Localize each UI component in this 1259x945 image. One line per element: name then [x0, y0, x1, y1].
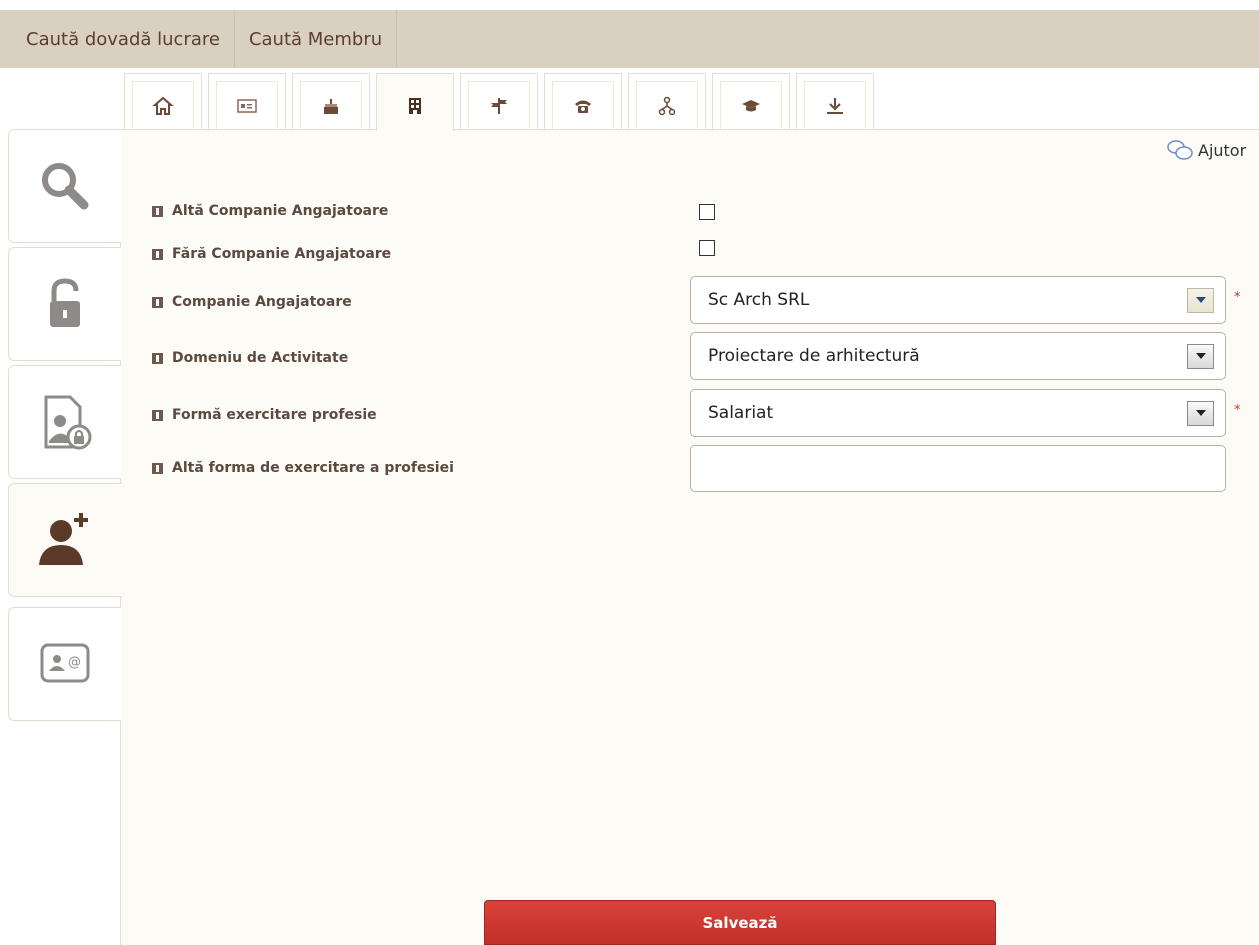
other-practice-form-label: Altă forma de exercitare a profesiei [152, 460, 454, 476]
save-button[interactable]: Salvează [484, 900, 996, 945]
chevron-down-icon[interactable] [1187, 287, 1214, 313]
sidebar-item-search[interactable] [8, 129, 121, 243]
hierarchy-icon [658, 96, 676, 116]
building-icon [409, 98, 421, 114]
chevron-down-icon[interactable] [1187, 400, 1214, 426]
tab-birth[interactable] [292, 73, 370, 130]
tab-structure[interactable] [628, 73, 706, 130]
info-icon [152, 296, 163, 308]
tab-employment[interactable] [376, 73, 454, 131]
search-icon [42, 163, 89, 210]
employer-label: Companie Angajatoare [152, 294, 352, 310]
search-member-link[interactable]: Caută Membru [235, 10, 398, 68]
practice-form-label: Formă exercitare profesie [152, 407, 377, 423]
other-employer-checkbox[interactable] [699, 204, 715, 220]
tab-identity[interactable] [208, 73, 286, 130]
practice-form-select[interactable]: Salariat [690, 389, 1226, 437]
id-card-icon [237, 99, 257, 113]
graduation-cap-icon [742, 100, 760, 112]
tab-contact[interactable] [544, 73, 622, 130]
download-icon [827, 98, 843, 114]
signpost-icon [491, 98, 507, 114]
sidebar-item-security[interactable] [8, 247, 121, 361]
help-label: Ajutor [1198, 140, 1247, 160]
activity-domain-label: Domeniu de Activitate [152, 350, 348, 366]
profile-section-tabs [124, 73, 880, 131]
required-marker: * [1234, 290, 1241, 305]
info-icon [152, 352, 163, 364]
no-employer-label: Fără Companie Angajatoare [152, 246, 391, 262]
employer-row: Companie Angajatoare [152, 294, 352, 310]
no-employer-checkbox[interactable] [699, 240, 715, 256]
info-icon [152, 409, 163, 421]
info-icon [152, 205, 163, 217]
secure-document-icon [44, 395, 92, 450]
contact-card-icon: @ [40, 643, 90, 683]
practice-form-row: Formă exercitare profesie [152, 407, 377, 423]
help-link[interactable]: Ajutor [1166, 138, 1246, 162]
search-work-proof-link[interactable]: Caută dovadă lucrare [0, 10, 235, 68]
tab-address[interactable] [460, 73, 538, 130]
chevron-down-icon[interactable] [1187, 343, 1214, 369]
no-employer-row: Fără Companie Angajatoare [152, 246, 391, 262]
other-practice-form-input[interactable] [690, 445, 1226, 492]
birthday-cake-icon [324, 99, 338, 114]
employer-select[interactable]: Sc Arch SRL [690, 276, 1226, 324]
other-employer-row: Altă Companie Angajatoare [152, 203, 388, 219]
sidebar-item-documents[interactable] [8, 365, 121, 479]
phone-icon [575, 100, 591, 113]
sidebar-item-contact-card[interactable]: @ [8, 607, 121, 721]
tab-home[interactable] [124, 73, 202, 130]
svg-text:@: @ [68, 655, 81, 670]
add-user-icon [38, 513, 88, 565]
other-employer-label: Altă Companie Angajatoare [152, 203, 388, 219]
lock-icon [50, 278, 80, 327]
tab-education[interactable] [712, 73, 790, 130]
tab-downloads[interactable] [796, 73, 874, 130]
activity-domain-select[interactable]: Proiectare de arhitectură [690, 332, 1226, 380]
other-practice-form-row: Altă forma de exercitare a profesiei [152, 460, 454, 476]
practice-form-select-value: Salariat [708, 403, 774, 423]
info-icon [152, 248, 163, 260]
info-icon [152, 462, 163, 474]
chat-bubbles-icon [1167, 140, 1193, 160]
required-marker: * [1234, 403, 1241, 418]
employer-select-value: Sc Arch SRL [708, 290, 810, 310]
activity-domain-select-value: Proiectare de arhitectură [708, 346, 920, 366]
activity-domain-row: Domeniu de Activitate [152, 350, 348, 366]
home-icon [152, 96, 174, 115]
sidebar-item-add-user[interactable] [8, 483, 122, 597]
top-navigation: Caută dovadă lucrare Caută Membru [0, 10, 1259, 68]
